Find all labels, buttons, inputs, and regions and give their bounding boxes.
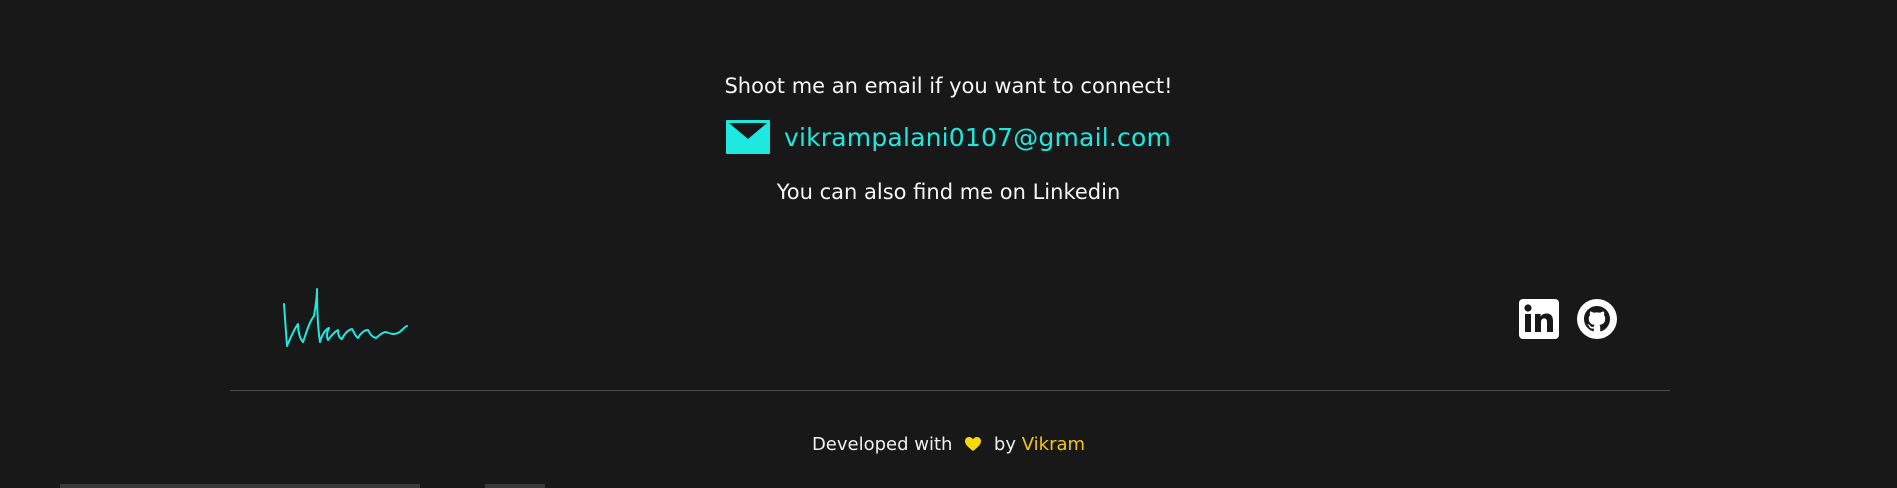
email-address[interactable]: vikrampalani0107@gmail.com bbox=[784, 123, 1171, 152]
footer-divider bbox=[230, 390, 1670, 391]
contact-intro-text: Shoot me an email if you want to connect… bbox=[724, 74, 1173, 98]
footer-credit: Developed with by Vikram bbox=[0, 433, 1897, 457]
email-link-row[interactable]: vikrampalani0107@gmail.com bbox=[725, 120, 1171, 154]
linkedin-icon[interactable] bbox=[1518, 298, 1560, 340]
page: Shoot me an email if you want to connect… bbox=[0, 0, 1897, 488]
footer-by-text: by bbox=[993, 434, 1016, 455]
heart-icon bbox=[965, 437, 982, 451]
github-icon[interactable] bbox=[1576, 298, 1618, 340]
signature-icon bbox=[283, 288, 408, 347]
footer-prefix-text: Developed with bbox=[811, 434, 953, 455]
social-links bbox=[1518, 298, 1618, 340]
author-link[interactable]: Vikram bbox=[1022, 434, 1085, 455]
linkedin-note-text: You can also find me on Linkedin bbox=[776, 180, 1121, 204]
bottom-scroll-strip-secondary bbox=[485, 484, 545, 488]
bottom-scroll-strip bbox=[60, 484, 420, 488]
contact-section: Shoot me an email if you want to connect… bbox=[0, 72, 1897, 206]
mail-icon bbox=[725, 120, 770, 154]
